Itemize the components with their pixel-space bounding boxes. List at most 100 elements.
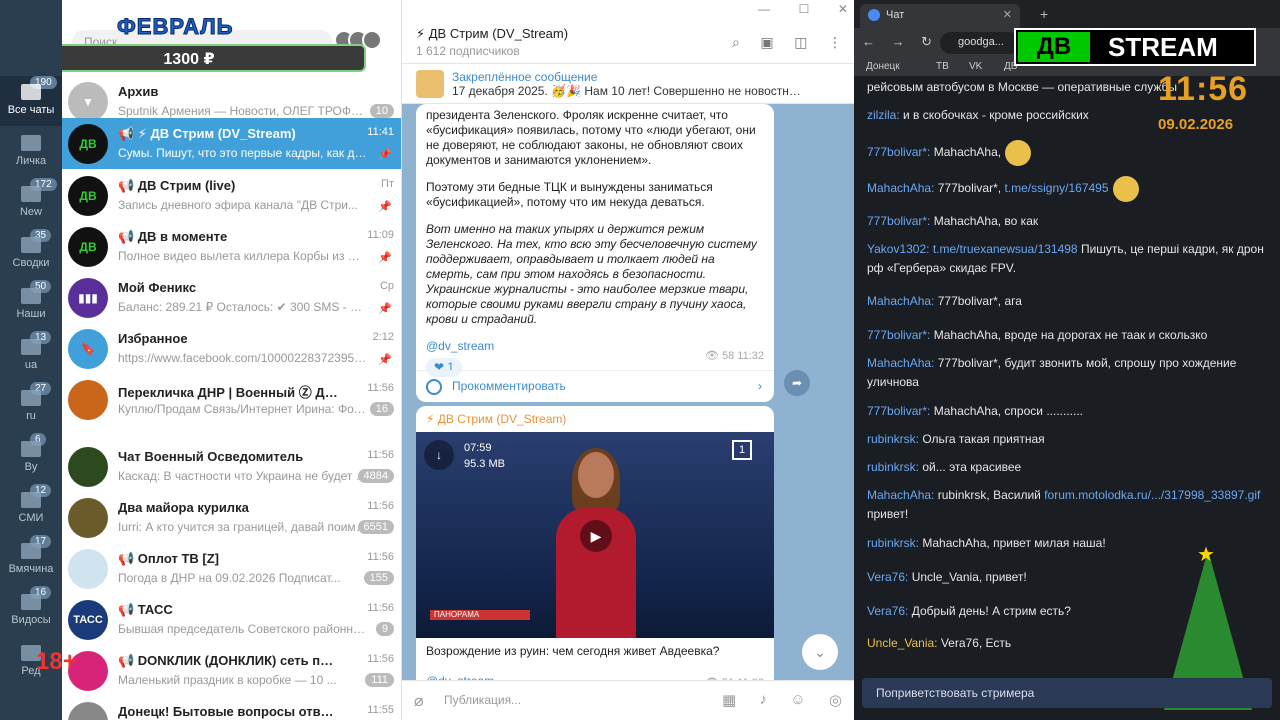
camera-icon[interactable]: ◎ bbox=[829, 691, 842, 709]
schedule-icon[interactable]: ▦ bbox=[722, 691, 736, 709]
chat-message: 777bolivar*: MahachAha, спроси .........… bbox=[867, 404, 1083, 418]
bookmark[interactable]: VK bbox=[969, 61, 982, 72]
chat-title: 📢 ТАСС bbox=[118, 602, 173, 617]
folder-label: Все чаты bbox=[7, 104, 55, 116]
more-icon[interactable]: ⋮ bbox=[828, 34, 842, 51]
channel-title[interactable]: ⚡ ДВ Стрим (DV_Stream) bbox=[416, 26, 568, 42]
unread-badge: 155 bbox=[363, 571, 394, 585]
share-button[interactable]: ➦ bbox=[784, 370, 810, 396]
post-paragraph: президента Зеленского. Фроляк искренне с… bbox=[426, 108, 756, 167]
header-actions: ⌕ ▣ ◫ ⋮ bbox=[732, 34, 842, 51]
chat-list: Поиск ▼ Архив Sputnik Армения — Новости,… bbox=[62, 0, 402, 720]
folder-vidosy[interactable]: 16 Видосы bbox=[0, 586, 62, 636]
nav-buttons: ← → ↻ bbox=[862, 34, 932, 50]
chat-item-roll-call[interactable]: Перекличка ДНР | Военный Ⓩ Донецк 11:56 … bbox=[62, 374, 401, 440]
pinned-label: Закреплённое сообщение bbox=[452, 70, 598, 84]
download-icon[interactable]: ↓ bbox=[424, 440, 454, 470]
back-icon[interactable]: ← bbox=[862, 34, 875, 50]
address-bar[interactable]: goodga... bbox=[940, 32, 1020, 54]
comments-icon[interactable]: ▣ bbox=[760, 34, 773, 51]
composer-tools: ▦ ♪ ☺ ◎ bbox=[722, 691, 842, 709]
pinned-message[interactable]: Закреплённое сообщение 17 декабря 2025. … bbox=[402, 64, 854, 104]
browser-window: Чат ✕ + ← → ↻ goodga... Донецк ТВ VK ДВ … bbox=[854, 0, 1280, 720]
chat-time: 11:56 bbox=[367, 653, 394, 665]
stream-date: 09.02.2026 bbox=[1158, 116, 1234, 133]
folder-vmyachina[interactable]: 17 Вмячина bbox=[0, 535, 62, 585]
pin-icon: 📌 bbox=[378, 201, 392, 213]
chats-icon bbox=[21, 84, 41, 100]
maximize-icon[interactable]: ☐ bbox=[799, 2, 810, 16]
chat-item-dv-live[interactable]: ДВ 📢 ДВ Стрим (live) Пт Запись дневного … bbox=[62, 170, 401, 221]
folder-svodki[interactable]: 35 Сводки bbox=[0, 229, 62, 279]
close-tab-icon[interactable]: ✕ bbox=[1003, 8, 1012, 21]
chat-title: 📢 DONКЛИК (ДОНКЛИК) сеть пунктов выд... bbox=[118, 653, 338, 668]
composer: ⌀ Публикация... ▦ ♪ ☺ ◎ bbox=[402, 680, 854, 720]
folder-icon bbox=[21, 594, 41, 610]
channel-post: президента Зеленского. Фроляк искренне с… bbox=[416, 104, 774, 402]
pin-icon: 📌 bbox=[378, 354, 392, 366]
message-input[interactable]: Публикация... bbox=[444, 693, 521, 707]
folder-icon bbox=[21, 135, 41, 151]
new-tab-icon[interactable]: + bbox=[1040, 6, 1048, 22]
folder-label: Личка bbox=[15, 155, 47, 167]
attach-icon[interactable]: ⌀ bbox=[414, 691, 424, 711]
sidebar-icon[interactable]: ◫ bbox=[794, 34, 807, 51]
video-player[interactable]: ↓ 07:59 95.3 MB 1 ▶ ПАНОРАМА bbox=[416, 432, 774, 638]
folder-nashi[interactable]: 50 Наши bbox=[0, 280, 62, 330]
bookmark[interactable]: Донецк bbox=[866, 61, 900, 72]
folder-smi[interactable]: 12 СМИ bbox=[0, 484, 62, 534]
folder-label: ua bbox=[24, 359, 38, 371]
chat-item-dv-stream[interactable]: ДВ 📢 ⚡ ДВ Стрим (DV_Stream) 11:41 Сумы. … bbox=[62, 118, 401, 169]
close-icon[interactable]: ✕ bbox=[838, 2, 848, 16]
post-paragraph: Поэтому эти бедные ТЦК и вынуждены заним… bbox=[426, 180, 713, 209]
avatar bbox=[68, 380, 108, 420]
chat-message: 777bolivar*: MahachAha, во как bbox=[867, 214, 1039, 228]
chat-item-saved[interactable]: 🔖 Избранное 2:12 https://www.facebook.co… bbox=[62, 323, 401, 374]
reload-icon[interactable]: ↻ bbox=[921, 34, 932, 50]
chat-item-dv-moment[interactable]: ДВ 📢 ДВ в моменте 11:09 Полное видео выл… bbox=[62, 221, 401, 272]
chat-title: 📢 Оплот ТВ [Z] bbox=[118, 551, 219, 566]
chat-preview: Баланс: 289.21 ₽ Осталось: ✔ 300 SMS - 3… bbox=[118, 300, 368, 314]
chat-preview: Бывшая председатель Советского районно..… bbox=[118, 622, 368, 636]
folder-ua[interactable]: 13 ua bbox=[0, 331, 62, 381]
message-link[interactable]: forum.motolodka.ru/.../317998_33897.gif bbox=[1044, 488, 1260, 502]
unread-badge: 4884 bbox=[357, 469, 394, 483]
folder-lichka[interactable]: Личка bbox=[0, 127, 62, 177]
message-link[interactable]: t.me/ssigny/167495 bbox=[1004, 181, 1108, 195]
emoji-icon[interactable]: ☺ bbox=[790, 691, 805, 709]
chat-message: rubinkrsk: Ольга такая приятная bbox=[867, 432, 1045, 446]
folder-new[interactable]: 172 New bbox=[0, 178, 62, 228]
post-author[interactable]: ⚡ ДВ Стрим (DV_Stream) bbox=[426, 412, 566, 427]
comment-button[interactable]: Прокомментировать › bbox=[416, 370, 774, 402]
chat-item-phoenix[interactable]: ▮▮▮ Мой Феникс Ср Баланс: 289.21 ₽ Остал… bbox=[62, 272, 401, 323]
chat-item-donklik[interactable]: 📢 DONКЛИК (ДОНКЛИК) сеть пунктов выд... … bbox=[62, 645, 401, 696]
bookmark[interactable]: ТВ bbox=[936, 61, 949, 72]
chat-title: 📢 ДВ Стрим (live) bbox=[118, 178, 236, 193]
play-icon[interactable]: ▶ bbox=[580, 520, 612, 552]
chat-item-informer[interactable]: Чат Военный Осведомитель 11:56 Каскад: В… bbox=[62, 441, 401, 492]
chat-time: 11:41 bbox=[367, 126, 394, 138]
post-paragraph: Вот именно на таких упырях и держится ре… bbox=[426, 222, 757, 326]
pin-icon: 📌 bbox=[378, 252, 392, 264]
folder-all-chats[interactable]: 190 Все чаты bbox=[0, 76, 62, 126]
folder-icon bbox=[21, 339, 41, 355]
stream-clock: 11:56 bbox=[1158, 70, 1249, 108]
minimize-icon[interactable]: — bbox=[758, 2, 770, 16]
folder-ru[interactable]: 27 ru bbox=[0, 382, 62, 432]
browser-tab[interactable]: Чат ✕ bbox=[860, 4, 1020, 28]
folder-by[interactable]: 6 By bbox=[0, 433, 62, 483]
chat-item-donetsk[interactable]: Донецк! Бытовые вопросы ответы: 11:55 bbox=[62, 696, 401, 720]
chat-item-tass[interactable]: ТАСС 📢 ТАСС 11:56 Бывшая председатель Со… bbox=[62, 594, 401, 645]
chat-time: 11:56 bbox=[367, 500, 394, 512]
message-link[interactable]: t.me/truexanewsua/131498 bbox=[933, 242, 1078, 256]
comment-label: Прокомментировать bbox=[452, 379, 566, 393]
bell-icon[interactable]: ♪ bbox=[759, 691, 767, 709]
chat-message: MahachAha: rubinkrsk, Василий forum.moto… bbox=[867, 488, 1261, 521]
search-icon[interactable]: ⌕ bbox=[732, 34, 740, 51]
greet-streamer-button[interactable]: Поприветствовать стримера bbox=[862, 678, 1272, 708]
scroll-down-button[interactable]: ⌄ bbox=[802, 634, 838, 670]
chat-item-two-majors[interactable]: Два майора курилка 11:56 Iurri: А кто уч… bbox=[62, 492, 401, 543]
chat-item-oplot-tv[interactable]: 📢 Оплот ТВ [Z] 11:56 Погода в ДНР на 09.… bbox=[62, 543, 401, 594]
forward-icon[interactable]: → bbox=[892, 34, 905, 50]
chat-time: Пт bbox=[381, 178, 394, 190]
